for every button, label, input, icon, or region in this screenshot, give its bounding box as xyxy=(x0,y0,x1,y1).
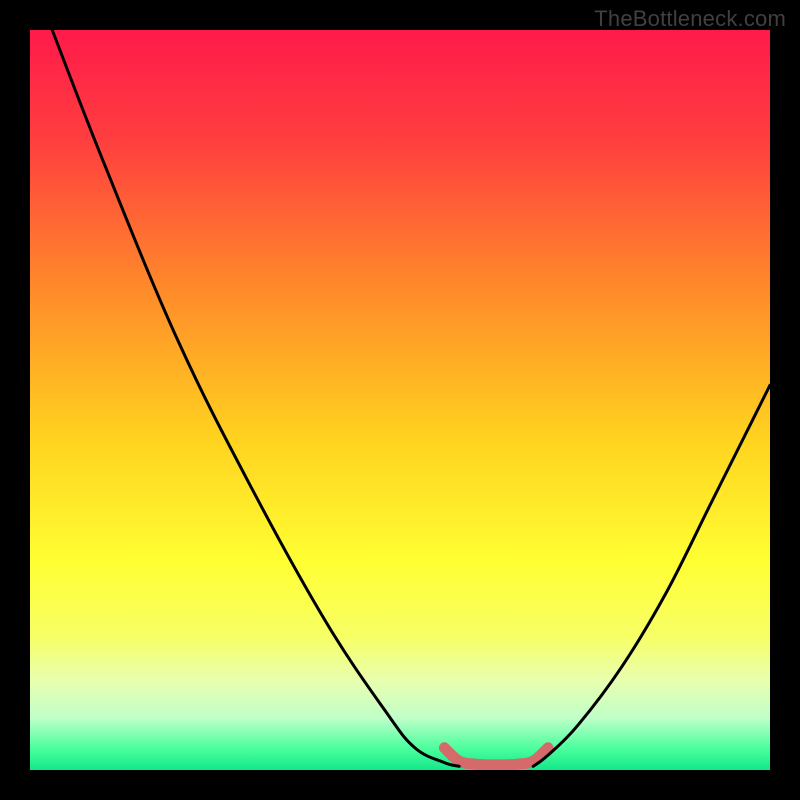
chart-curves xyxy=(30,30,770,770)
optimal-zone-curve xyxy=(444,748,548,765)
bottleneck-curve-left xyxy=(52,30,459,766)
bottleneck-curve-right xyxy=(533,385,770,766)
chart-plot-area xyxy=(30,30,770,770)
watermark-text: TheBottleneck.com xyxy=(594,6,786,32)
